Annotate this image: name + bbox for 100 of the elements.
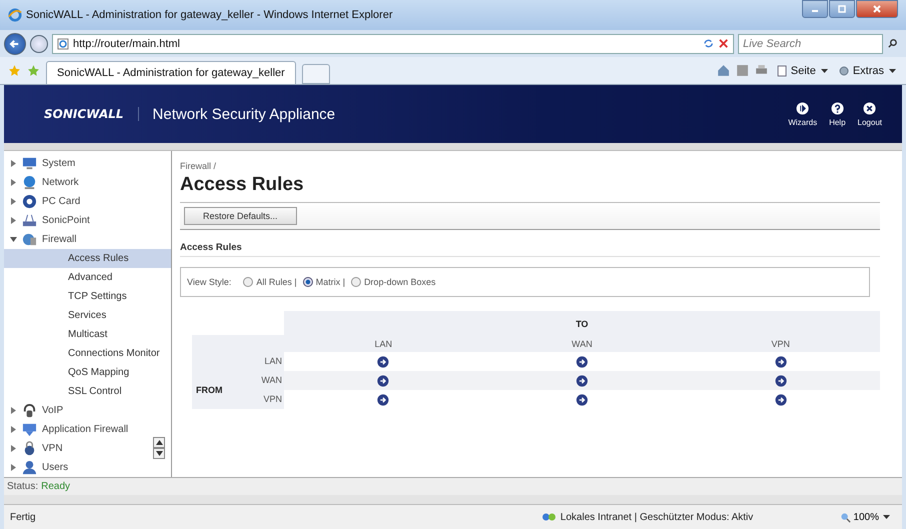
to-heading: TO xyxy=(284,311,880,335)
tools-menu[interactable]: Extras xyxy=(836,64,898,76)
radio-label[interactable]: Drop-down Boxes xyxy=(364,277,436,287)
caret-icon[interactable] xyxy=(10,445,17,452)
logo: SONICWALL xyxy=(44,107,139,121)
sidebar-subitem[interactable]: SSL Control xyxy=(4,382,171,401)
sidebar-subitem[interactable]: TCP Settings xyxy=(4,287,171,306)
back-button[interactable] xyxy=(4,32,26,54)
caret-icon xyxy=(820,68,828,72)
help-button[interactable]: Help xyxy=(823,102,852,126)
arrow-button-icon[interactable] xyxy=(774,394,787,406)
security-zone-text: Lokales Intranet | Geschützter Modus: Aktiv xyxy=(560,512,754,522)
arrow-button-icon[interactable] xyxy=(576,356,588,368)
wizard-button[interactable]: Wizards xyxy=(782,102,824,126)
column-header: LAN xyxy=(284,335,483,352)
sidebar-item[interactable]: Users xyxy=(4,458,171,477)
radio-button[interactable] xyxy=(351,277,362,287)
sidebar-item[interactable]: Firewall xyxy=(4,230,171,249)
window-icon xyxy=(22,422,37,437)
caret-icon[interactable] xyxy=(10,198,17,205)
browser-icon xyxy=(8,8,22,22)
up-arrow-icon xyxy=(156,440,162,445)
stop-icon[interactable] xyxy=(718,38,729,49)
sidebar-subitem[interactable]: Connections Monitor xyxy=(4,344,171,363)
arrow-button-icon[interactable] xyxy=(377,374,390,386)
caret-icon xyxy=(883,515,890,519)
forward-button[interactable] xyxy=(30,34,48,52)
caret-icon[interactable] xyxy=(10,236,17,243)
page-menu[interactable]: Seite xyxy=(774,64,830,76)
caret-icon[interactable] xyxy=(10,464,17,471)
row-header: LAN xyxy=(263,355,283,368)
down-arrow-icon xyxy=(156,451,162,456)
sidebar-subitem[interactable]: QoS Mapping xyxy=(4,363,171,382)
radio-button[interactable] xyxy=(243,277,254,287)
caret-icon[interactable] xyxy=(10,179,17,186)
sidebar-subitem[interactable]: Access Rules xyxy=(4,249,171,268)
url-text: http://router/main.html xyxy=(73,38,180,50)
star-icon[interactable] xyxy=(8,64,21,77)
search-field[interactable]: Live Search xyxy=(738,34,883,54)
headset-icon xyxy=(22,403,37,418)
firewall-icon xyxy=(22,232,37,247)
caret-icon[interactable] xyxy=(10,217,17,224)
close-icon xyxy=(872,4,882,14)
radio-label[interactable]: Matrix | xyxy=(316,277,346,287)
arrow-button-icon[interactable] xyxy=(377,394,390,406)
section-heading: Access Rules xyxy=(180,242,880,257)
page-icon xyxy=(57,38,69,50)
column-header: VPN xyxy=(681,335,880,352)
logout-button[interactable]: Logout xyxy=(852,102,888,126)
arrow-button-icon[interactable] xyxy=(377,356,390,368)
home-icon[interactable] xyxy=(716,64,730,77)
sidebar-item[interactable]: Network xyxy=(4,173,171,192)
radio-button[interactable] xyxy=(302,277,313,287)
arrow-button-icon[interactable] xyxy=(774,374,787,386)
close-button[interactable] xyxy=(856,0,898,18)
intranet-icon xyxy=(542,511,556,523)
sidebar-item[interactable]: System xyxy=(4,154,171,173)
printer-icon[interactable] xyxy=(754,64,768,77)
sidebar-item[interactable]: SonicPoint xyxy=(4,211,171,230)
sidebar-subitem[interactable]: Multicast xyxy=(4,325,171,344)
zoom-icon xyxy=(840,512,852,522)
zoom-button[interactable]: 100% xyxy=(834,510,896,524)
view-style-label: View Style: xyxy=(187,277,232,287)
minimize-button[interactable] xyxy=(802,0,828,18)
caret-icon[interactable] xyxy=(10,426,17,433)
arrow-button-icon[interactable] xyxy=(576,374,588,386)
sidebar-item[interactable]: VPN xyxy=(4,439,171,458)
sidebar-item[interactable]: Application Firewall xyxy=(4,420,171,439)
window-title: SonicWALL - Administration for gateway_keller - Windows Internet Explorer xyxy=(26,9,393,21)
caret-icon[interactable] xyxy=(10,160,17,167)
status-text: Fertig xyxy=(10,512,36,522)
lock-icon xyxy=(22,441,37,456)
arrow-button-icon[interactable] xyxy=(774,356,787,368)
sidebar-item[interactable]: PC Card xyxy=(4,192,171,211)
from-heading: FROM xyxy=(195,385,224,395)
row-header: VPN xyxy=(262,393,283,406)
scroll-up-button[interactable] xyxy=(153,437,165,448)
caret-icon xyxy=(889,68,896,72)
page-icon xyxy=(776,64,788,76)
caret-icon[interactable] xyxy=(10,407,17,414)
scroll-down-button[interactable] xyxy=(153,448,165,459)
restore-defaults-button[interactable]: Restore Defaults... xyxy=(184,207,297,225)
status-value: Ready xyxy=(41,481,70,492)
monitor-icon xyxy=(22,156,37,171)
globe-icon xyxy=(22,175,37,190)
browser-tab[interactable]: SonicWALL - Administration for gateway_keller xyxy=(46,61,296,84)
maximize-button[interactable] xyxy=(829,0,855,18)
refresh-icon[interactable] xyxy=(703,38,714,49)
sidebar-subitem[interactable]: Services xyxy=(4,306,171,325)
sidebar-item[interactable]: VoIP xyxy=(4,401,171,420)
search-icon[interactable] xyxy=(887,38,898,49)
play-icon xyxy=(796,102,810,114)
breadcrumb: Firewall / xyxy=(180,161,218,171)
address-field[interactable]: http://router/main.html xyxy=(52,34,734,54)
radio-label[interactable]: All Rules | xyxy=(256,277,297,287)
arrow-button-icon[interactable] xyxy=(576,394,588,406)
user-icon xyxy=(22,460,37,475)
sidebar-subitem[interactable]: Advanced xyxy=(4,268,171,287)
status-label: Status: xyxy=(7,481,38,492)
help-icon xyxy=(830,102,844,114)
